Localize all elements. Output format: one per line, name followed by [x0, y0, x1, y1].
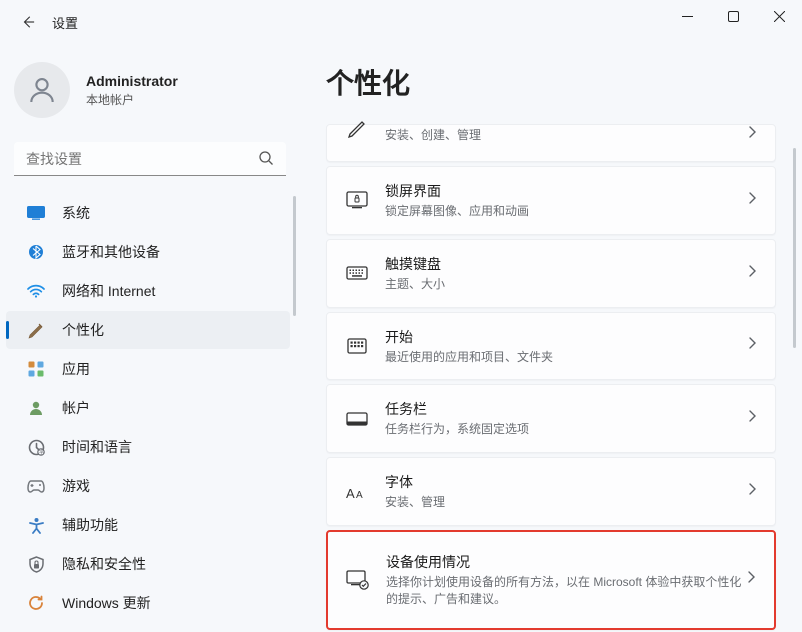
nav-label: 辅助功能 [62, 515, 118, 535]
font-icon: AA [329, 483, 385, 501]
sidebar: Administrator 本地帐户 系统蓝牙和其他设备网络和 Internet… [0, 44, 300, 632]
apps-icon [26, 359, 46, 379]
nav-label: 隐私和安全性 [62, 554, 146, 574]
nav-item-update[interactable]: Windows 更新 [6, 584, 290, 622]
bluetooth-icon [26, 242, 46, 262]
setting-title: 字体 [385, 472, 748, 492]
nav-item-account[interactable]: 帐户 [6, 389, 290, 427]
setting-title: 任务栏 [385, 399, 748, 419]
maximize-button[interactable] [710, 0, 756, 32]
nav-label: 应用 [62, 359, 90, 379]
start-icon [329, 338, 385, 354]
nav-item-accessibility[interactable]: 辅助功能 [6, 506, 290, 544]
time-icon: 字 [26, 437, 46, 457]
nav-label: 时间和语言 [62, 437, 132, 457]
nav-item-gaming[interactable]: 游戏 [6, 467, 290, 505]
setting-title: 开始 [385, 327, 748, 347]
nav-item-time[interactable]: 字 时间和语言 [6, 428, 290, 466]
setting-desc: 最近使用的应用和项目、文件夹 [385, 349, 748, 366]
nav-label: Windows 更新 [62, 593, 151, 613]
setting-item-device[interactable]: 设备使用情况选择你计划使用设备的所有方法，以在 Microsoft 体验中获取个… [326, 530, 776, 630]
chevron-right-icon [748, 482, 757, 501]
back-button[interactable] [14, 8, 42, 36]
page-title: 个性化 [326, 62, 776, 102]
chevron-right-icon [748, 409, 757, 428]
nav-item-privacy[interactable]: 隐私和安全性 [6, 545, 290, 583]
sidebar-scrollbar[interactable] [293, 196, 296, 316]
setting-desc: 锁定屏幕图像、应用和动画 [385, 203, 748, 220]
setting-item-keyboard[interactable]: 触摸键盘主题、大小 [326, 239, 776, 308]
setting-desc: 安装、创建、管理 [385, 127, 748, 144]
setting-title: 触摸键盘 [385, 254, 748, 274]
search-icon [258, 150, 274, 171]
nav-label: 网络和 Internet [62, 281, 155, 301]
theme-icon [329, 117, 385, 139]
nav-item-wifi[interactable]: 网络和 Internet [6, 272, 290, 310]
setting-desc: 任务栏行为，系统固定选项 [385, 421, 748, 438]
nav-item-personalize[interactable]: 个性化 [6, 311, 290, 349]
keyboard-icon [329, 266, 385, 280]
main-scrollbar[interactable] [793, 148, 796, 348]
nav-item-apps[interactable]: 应用 [6, 350, 290, 388]
nav-item-system[interactable]: 系统 [6, 194, 290, 232]
setting-title: 设备使用情况 [386, 552, 747, 572]
nav-label: 帐户 [62, 398, 90, 418]
nav-label: 游戏 [62, 476, 90, 496]
setting-item-start[interactable]: 开始最近使用的应用和项目、文件夹 [326, 312, 776, 381]
avatar [14, 62, 70, 118]
nav-item-bluetooth[interactable]: 蓝牙和其他设备 [6, 233, 290, 271]
chevron-right-icon [747, 570, 756, 589]
setting-item-lock[interactable]: 锁屏界面锁定屏幕图像、应用和动画 [326, 166, 776, 235]
svg-text:A: A [346, 486, 355, 501]
chevron-right-icon [748, 191, 757, 210]
lock-icon [329, 191, 385, 209]
profile-account: 本地帐户 [86, 91, 178, 108]
close-button[interactable] [756, 0, 802, 32]
nav-label: 个性化 [62, 320, 104, 340]
setting-desc: 主题、大小 [385, 276, 748, 293]
main-panel: 个性化 安装、创建、管理锁屏界面锁定屏幕图像、应用和动画触摸键盘主题、大小开始最… [300, 44, 802, 632]
setting-desc: 安装、管理 [385, 494, 748, 511]
settings-list: 安装、创建、管理锁屏界面锁定屏幕图像、应用和动画触摸键盘主题、大小开始最近使用的… [326, 124, 776, 630]
chevron-right-icon [748, 264, 757, 283]
window-controls [664, 0, 802, 32]
profile-name: Administrator [86, 73, 178, 89]
svg-text:字: 字 [39, 449, 44, 456]
update-icon [26, 593, 46, 613]
window-title: 设置 [52, 13, 78, 32]
nav-label: 系统 [62, 203, 90, 223]
personalize-icon [26, 320, 46, 340]
setting-item-taskbar[interactable]: 任务栏任务栏行为，系统固定选项 [326, 384, 776, 453]
device-icon [330, 570, 386, 590]
titlebar: 设置 [0, 0, 802, 44]
nav-list: 系统蓝牙和其他设备网络和 Internet 个性化应用帐户字 时间和语言游戏辅助功能… [0, 194, 300, 622]
minimize-button[interactable] [664, 0, 710, 32]
setting-title: 锁屏界面 [385, 181, 748, 201]
accessibility-icon [26, 515, 46, 535]
profile-block[interactable]: Administrator 本地帐户 [0, 56, 300, 138]
search-box [14, 142, 286, 176]
setting-item-theme[interactable]: 安装、创建、管理 [326, 124, 776, 162]
chevron-right-icon [748, 336, 757, 355]
taskbar-icon [329, 412, 385, 426]
gaming-icon [26, 476, 46, 496]
setting-desc: 选择你计划使用设备的所有方法，以在 Microsoft 体验中获取个性化的提示、… [386, 574, 747, 608]
wifi-icon [26, 281, 46, 301]
system-icon [26, 203, 46, 223]
privacy-icon [26, 554, 46, 574]
chevron-right-icon [748, 125, 757, 144]
setting-item-font[interactable]: AA字体安装、管理 [326, 457, 776, 526]
svg-text:A: A [356, 490, 363, 501]
nav-label: 蓝牙和其他设备 [62, 242, 160, 262]
account-icon [26, 398, 46, 418]
search-input[interactable] [14, 142, 286, 176]
